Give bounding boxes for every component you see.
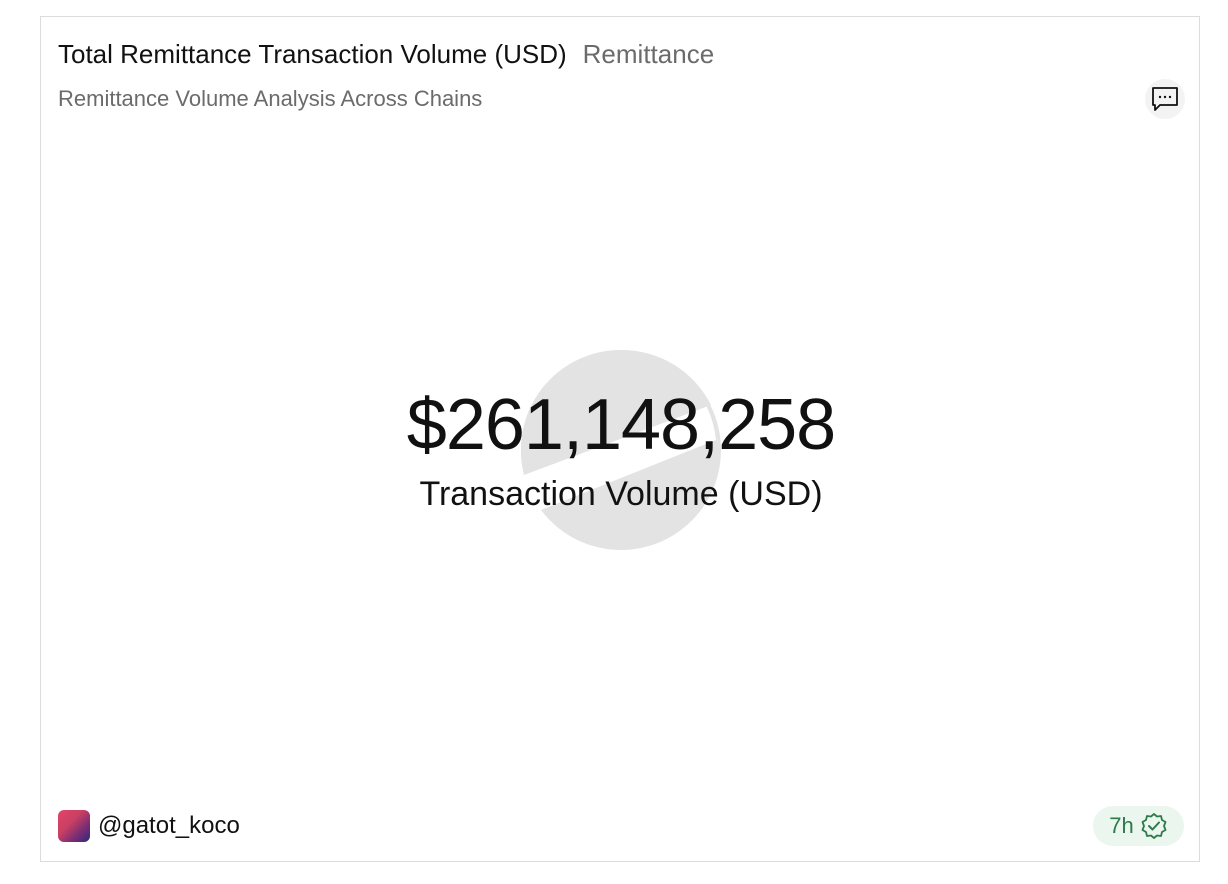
author-username: @gatot_koco bbox=[98, 812, 240, 839]
metric-label: Transaction Volume (USD) bbox=[419, 475, 823, 513]
metric-area: $261,148,258 Transaction Volume (USD) bbox=[41, 17, 1201, 863]
verified-check-icon bbox=[1141, 813, 1167, 839]
avatar bbox=[58, 810, 90, 842]
updated-badge[interactable]: 7h bbox=[1093, 806, 1184, 846]
dashboard-card: Total Remittance Transaction Volume (USD… bbox=[40, 16, 1200, 862]
updated-age: 7h bbox=[1109, 813, 1134, 838]
author-link[interactable]: @gatot_koco bbox=[58, 810, 240, 842]
metric-value: $261,148,258 bbox=[406, 385, 836, 465]
